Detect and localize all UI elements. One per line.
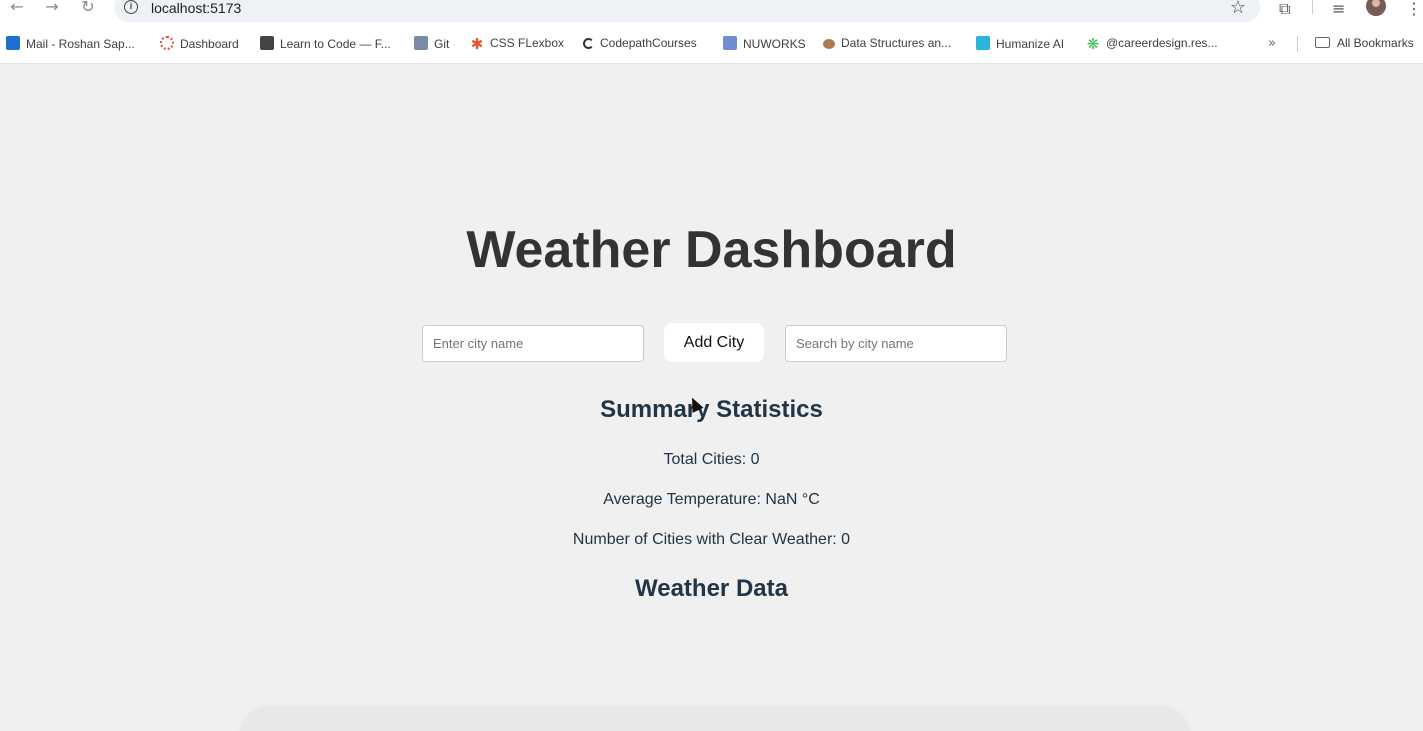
canvas-icon bbox=[160, 36, 174, 50]
stat-value: 0 bbox=[750, 451, 760, 468]
clear-weather-count-stat: Number of Cities with Clear Weather: 0 bbox=[0, 531, 1423, 549]
bookmark-dashboard[interactable]: Dashboard bbox=[160, 36, 239, 52]
stat-value: 0 bbox=[841, 531, 851, 548]
bookmark-star-icon[interactable]: ☆ bbox=[1230, 0, 1246, 18]
summary-statistics-heading: Summary Statistics bbox=[600, 396, 823, 423]
page-title: Weather Dashboard bbox=[466, 221, 957, 279]
forward-icon[interactable]: → bbox=[41, 0, 63, 16]
bookmark-label: Learn to Code — F... bbox=[280, 37, 391, 51]
media-controls-icon[interactable]: ≡ bbox=[1332, 0, 1345, 18]
stat-label: Total Cities: bbox=[663, 451, 747, 468]
total-cities-stat: Total Cities: 0 bbox=[0, 451, 1423, 469]
careerdesign-icon: ❋ bbox=[1086, 35, 1100, 53]
bookmark-label: CSS FLexbox bbox=[490, 36, 565, 50]
humanize-icon bbox=[976, 36, 990, 50]
add-city-button[interactable]: Add City bbox=[664, 323, 764, 362]
bookmark-humanize-ai[interactable]: Humanize AI bbox=[976, 36, 1064, 52]
nuworks-icon bbox=[723, 36, 737, 50]
folder-icon bbox=[1315, 37, 1330, 48]
back-icon[interactable]: ← bbox=[6, 0, 28, 16]
weather-data-panel bbox=[240, 706, 1190, 731]
address-bar[interactable]: i localhost:5173 ☆ bbox=[114, 0, 1260, 22]
bookmark-git[interactable]: Git bbox=[414, 36, 449, 52]
codepath-icon bbox=[583, 38, 594, 49]
browser-toolbar: ← → ↻ i localhost:5173 ☆ ⧉ ≡ ⋮ bbox=[0, 0, 1423, 24]
all-bookmarks-button[interactable]: All Bookmarks bbox=[1315, 36, 1414, 52]
toolbar-divider bbox=[1312, 0, 1313, 14]
average-temperature-stat: Average Temperature: NaN °C bbox=[0, 491, 1423, 509]
city-name-input[interactable] bbox=[422, 325, 644, 362]
bookmark-data-structures[interactable]: Data Structures an... bbox=[823, 36, 951, 52]
bookmarks-divider bbox=[1297, 36, 1298, 52]
bookmark-label: Humanize AI bbox=[996, 37, 1065, 51]
menu-icon[interactable]: ⋮ bbox=[1406, 0, 1422, 18]
bookmark-mail[interactable]: Mail - Roshan Sap... bbox=[6, 36, 135, 52]
bookmarks-bar: Mail - Roshan Sap... Dashboard Learn to … bbox=[0, 32, 1423, 56]
stat-value: NaN °C bbox=[765, 491, 820, 508]
bookmark-label: Dashboard bbox=[180, 37, 239, 51]
bookmark-careerdesign[interactable]: ❋ @careerdesign.res... bbox=[1086, 36, 1218, 52]
bookmark-codepath[interactable]: CodepathCourses bbox=[583, 36, 697, 52]
datastructures-icon bbox=[823, 39, 835, 49]
outlook-icon bbox=[6, 36, 20, 50]
stat-label: Number of Cities with Clear Weather: bbox=[572, 531, 837, 548]
reload-icon[interactable]: ↻ bbox=[77, 0, 99, 16]
bookmark-label: NUWORKS bbox=[743, 37, 806, 51]
bookmark-css-flexbox[interactable]: ✱ CSS FLexbox bbox=[470, 36, 564, 52]
site-info-icon[interactable]: i bbox=[124, 0, 138, 14]
browser-chrome: ← → ↻ i localhost:5173 ☆ ⧉ ≡ ⋮ Mail - Ro… bbox=[0, 0, 1423, 64]
profile-avatar[interactable] bbox=[1366, 0, 1386, 16]
all-bookmarks-label: All Bookmarks bbox=[1337, 36, 1414, 50]
freecodecamp-icon bbox=[260, 36, 274, 50]
bookmark-nuworks[interactable]: NUWORKS bbox=[723, 36, 806, 52]
search-city-input[interactable] bbox=[785, 325, 1007, 362]
extensions-icon[interactable]: ⧉ bbox=[1279, 0, 1290, 19]
bookmark-label: Data Structures an... bbox=[841, 36, 952, 50]
css-tricks-icon: ✱ bbox=[470, 35, 484, 53]
more-bookmarks-chevron-icon[interactable]: » bbox=[1268, 36, 1276, 51]
url-text[interactable]: localhost:5173 bbox=[151, 0, 241, 16]
bookmark-label: CodepathCourses bbox=[600, 36, 697, 50]
bookmark-label: Mail - Roshan Sap... bbox=[26, 37, 135, 51]
bookmark-label: Git bbox=[434, 37, 450, 51]
tds-icon bbox=[414, 36, 428, 50]
bookmark-label: @careerdesign.res... bbox=[1106, 36, 1218, 50]
weather-data-heading: Weather Data bbox=[635, 575, 788, 602]
bookmark-freecodecamp[interactable]: Learn to Code — F... bbox=[260, 36, 391, 52]
stat-label: Average Temperature: bbox=[603, 491, 761, 508]
